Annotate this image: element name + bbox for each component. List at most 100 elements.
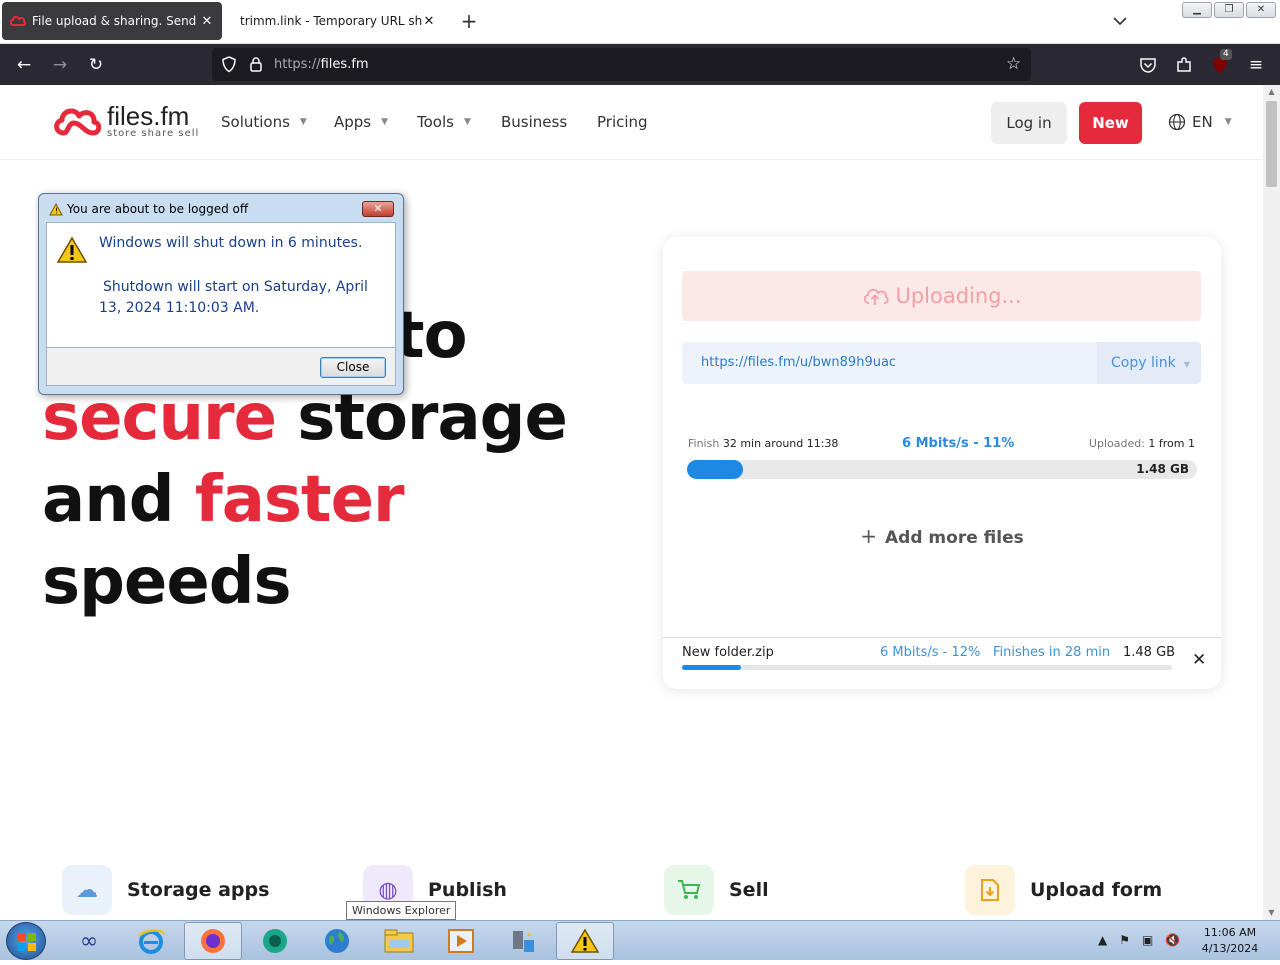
tab-close-icon[interactable]: ✕ <box>200 14 214 29</box>
taskbar-windows-explorer-icon[interactable] <box>370 922 428 960</box>
svg-text:!: ! <box>55 206 58 215</box>
file-progress-bar <box>682 665 1172 670</box>
volume-muted-icon[interactable]: 🔇 <box>1165 933 1180 947</box>
taskbar-clock[interactable]: 11:06 AM 4/13/2024 <box>1198 925 1262 957</box>
share-link-box: https://files.fm/u/bwn89h9uac Copy link ▼ <box>682 342 1201 384</box>
language-selector[interactable]: EN ▼ <box>1168 113 1232 131</box>
pocket-icon[interactable] <box>1138 55 1158 75</box>
minimize-button[interactable]: ▁ <box>1182 2 1212 18</box>
uploaded-label: Uploaded: <box>1088 437 1145 450</box>
menu-label: Apps <box>334 113 372 131</box>
taskbar-network-admin-icon[interactable] <box>494 922 552 960</box>
forward-arrow-icon[interactable]: → <box>50 55 70 75</box>
dialog-title-text: You are about to be logged off <box>67 202 249 216</box>
login-button[interactable]: Log in <box>991 102 1067 144</box>
taskbar-internet-explorer-icon[interactable] <box>122 922 180 960</box>
menu-business[interactable]: Business <box>501 113 567 131</box>
cart-icon <box>664 865 714 915</box>
menu-hamburger-icon[interactable]: ≡ <box>1246 55 1266 75</box>
taskbar-globe-app-icon[interactable] <box>308 922 366 960</box>
files-fm-cloud-logo-icon <box>54 108 102 136</box>
add-more-files-button[interactable]: + Add more files <box>663 524 1221 548</box>
dialog-message-shutdown: Windows will shut down in 6 minutes. <box>99 235 363 251</box>
cancel-file-close-icon[interactable]: ✕ <box>1192 650 1206 670</box>
scroll-down-arrow-icon[interactable]: ▼ <box>1266 908 1277 918</box>
taskbar-app-infinity-icon[interactable]: ∞ <box>60 922 118 960</box>
file-speed: 6 Mbits/s - 12% <box>880 645 981 660</box>
files-fm-logo[interactable]: files.fm store share sell <box>52 103 199 139</box>
address-bar[interactable]: https://files.fm ☆ <box>212 48 1031 81</box>
menu-label: Solutions <box>221 113 290 131</box>
upload-speed: 6 Mbits/s - 11% <box>902 436 1015 451</box>
taskbar-warning-dialog-icon[interactable] <box>556 922 614 960</box>
copy-link-button[interactable]: Copy link ▼ <box>1097 342 1201 384</box>
menu-label: Pricing <box>597 113 648 131</box>
file-finish-time: Finishes in 28 min <box>993 645 1111 660</box>
share-link-text[interactable]: https://files.fm/u/bwn89h9uac <box>701 355 896 370</box>
tracking-protection-shield-icon[interactable] <box>221 56 237 73</box>
feature-label: Upload form <box>1030 879 1163 901</box>
tab-close-icon[interactable]: ✕ <box>422 14 436 29</box>
list-all-tabs-chevron-icon[interactable] <box>1111 12 1129 30</box>
tab-files-fm[interactable]: File upload & sharing. Send large ✕ <box>2 2 222 40</box>
cloud-sync-icon: ☁ <box>62 865 112 915</box>
dialog-footer: Close <box>46 348 396 386</box>
windows-logo-icon <box>18 933 36 951</box>
taskbar-media-player-icon[interactable] <box>432 922 490 960</box>
feature-upload-form[interactable]: Upload form <box>965 865 1162 915</box>
restore-button[interactable]: ❐ <box>1214 2 1244 18</box>
new-tab-plus-icon[interactable]: + <box>458 11 480 33</box>
upload-progress-fill <box>687 460 744 479</box>
logo-tagline: store share sell <box>107 128 200 139</box>
scroll-up-arrow-icon[interactable]: ▲ <box>1266 87 1277 97</box>
ublock-origin-icon[interactable]: 4 <box>1210 49 1232 75</box>
hero-word-and: and <box>42 463 175 537</box>
feature-label: Publish <box>428 879 507 901</box>
lock-icon[interactable] <box>249 56 263 73</box>
upload-file-icon <box>965 865 1015 915</box>
feature-links: ☁ Storage apps ◍ Publish Sell Upload for… <box>0 865 1263 920</box>
bookmark-star-icon[interactable]: ☆ <box>1006 54 1021 74</box>
language-label: EN <box>1192 113 1213 131</box>
tab-title: trimm.link - Temporary URL shorter <box>240 14 422 28</box>
show-hidden-icons-arrow-icon[interactable]: ▲ <box>1098 933 1107 947</box>
uploading-status-bar: Uploading... <box>682 271 1201 321</box>
add-more-files-label: Add more files <box>885 528 1024 548</box>
menu-tools[interactable]: Tools ▼ <box>417 113 471 131</box>
tab-trimm-link[interactable]: trimm.link - Temporary URL shorter ✕ <box>226 2 444 40</box>
taskbar-tooltip: Windows Explorer <box>346 901 457 920</box>
page-scrollbar[interactable]: ▲ ▼ <box>1263 85 1280 920</box>
menu-pricing[interactable]: Pricing <box>597 113 648 131</box>
menu-solutions[interactable]: Solutions ▼ <box>221 113 307 131</box>
files-fm-favicon-icon <box>10 15 26 26</box>
scroll-thumb[interactable] <box>1266 101 1277 187</box>
file-progress-fill <box>682 665 741 670</box>
menu-label: Business <box>501 113 568 131</box>
feature-sell[interactable]: Sell <box>664 865 769 915</box>
file-name: New folder.zip <box>682 645 774 660</box>
uploading-status-text: Uploading... <box>895 284 1022 308</box>
extensions-puzzle-icon[interactable] <box>1174 55 1194 75</box>
url-scheme: https:// <box>274 57 321 72</box>
new-button[interactable]: New <box>1079 102 1142 144</box>
clock-date: 4/13/2024 <box>1201 942 1259 955</box>
browser-tab-bar: File upload & sharing. Send large ✕ trim… <box>0 0 1280 44</box>
plus-icon: + <box>860 524 878 548</box>
back-arrow-icon[interactable]: ← <box>14 55 34 75</box>
clock-time: 11:06 AM <box>1203 926 1257 939</box>
start-button[interactable] <box>6 922 46 960</box>
uploaded-value: 1 from 1 <box>1148 437 1195 450</box>
reload-icon[interactable]: ↻ <box>86 55 106 75</box>
feature-storage-apps[interactable]: ☁ Storage apps <box>62 865 269 915</box>
action-center-flag-icon[interactable]: ⚑ <box>1119 933 1130 947</box>
network-icon[interactable]: ▣ <box>1142 933 1153 947</box>
close-window-button[interactable]: ✕ <box>1246 2 1276 18</box>
dialog-close-button[interactable]: Close <box>320 357 386 378</box>
caret-down-icon: ▼ <box>1224 117 1232 127</box>
menu-apps[interactable]: Apps ▼ <box>334 113 388 131</box>
logoff-warning-dialog: ! You are about to be logged off ✕ Windo… <box>38 193 404 395</box>
dialog-close-icon[interactable]: ✕ <box>362 201 394 217</box>
menu-label: Tools <box>417 113 454 131</box>
taskbar-firefox-icon[interactable] <box>184 922 242 960</box>
taskbar-chat-app-icon[interactable] <box>246 922 304 960</box>
